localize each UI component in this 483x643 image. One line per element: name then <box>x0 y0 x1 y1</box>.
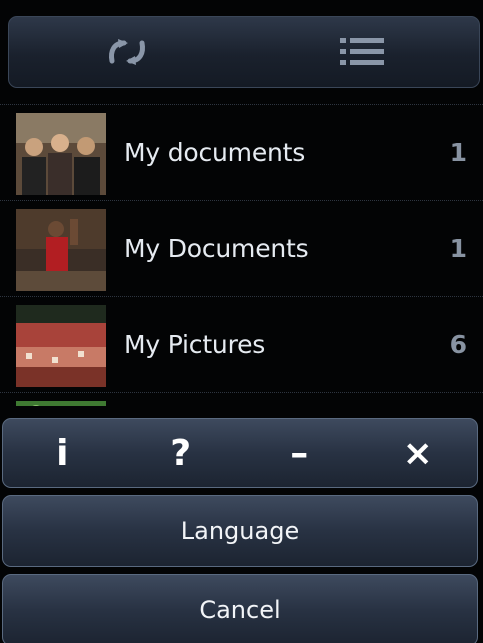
list-item[interactable] <box>0 392 483 406</box>
folder-thumbnail <box>16 209 106 291</box>
top-toolbar <box>8 16 480 88</box>
close-icon: × <box>402 432 433 474</box>
folder-name: My Pictures <box>124 330 266 359</box>
list-view-button[interactable] <box>244 17 479 87</box>
minimize-button[interactable]: – <box>240 419 359 487</box>
folder-list: My documents 1 My Documents 1 My Picture… <box>0 104 483 406</box>
list-item[interactable]: My documents 1 <box>0 104 483 200</box>
folder-thumbnail <box>16 113 106 195</box>
info-icon: i <box>56 432 69 474</box>
folder-thumbnail <box>16 305 106 387</box>
close-button[interactable]: × <box>359 419 478 487</box>
sync-arrows-icon <box>108 39 145 65</box>
language-button[interactable]: Language <box>2 495 478 567</box>
app-window: My documents 1 My Documents 1 My Picture… <box>0 0 483 643</box>
folder-thumbnail <box>16 401 106 406</box>
info-button[interactable]: i <box>3 419 122 487</box>
item-count: 1 <box>449 138 467 167</box>
folder-name: My Documents <box>124 234 309 263</box>
list-view-icon <box>339 38 384 65</box>
cancel-button[interactable]: Cancel <box>2 574 478 643</box>
item-count: 1 <box>449 234 467 263</box>
item-count: 6 <box>449 330 467 359</box>
list-item[interactable]: My Pictures 6 <box>0 296 483 392</box>
action-bar: i ? – × <box>2 418 478 488</box>
folder-name: My documents <box>124 138 306 167</box>
help-icon: ? <box>170 432 192 474</box>
sync-button[interactable] <box>9 17 244 87</box>
help-button[interactable]: ? <box>122 419 241 487</box>
list-item[interactable]: My Documents 1 <box>0 200 483 296</box>
minimize-icon: – <box>290 432 309 474</box>
